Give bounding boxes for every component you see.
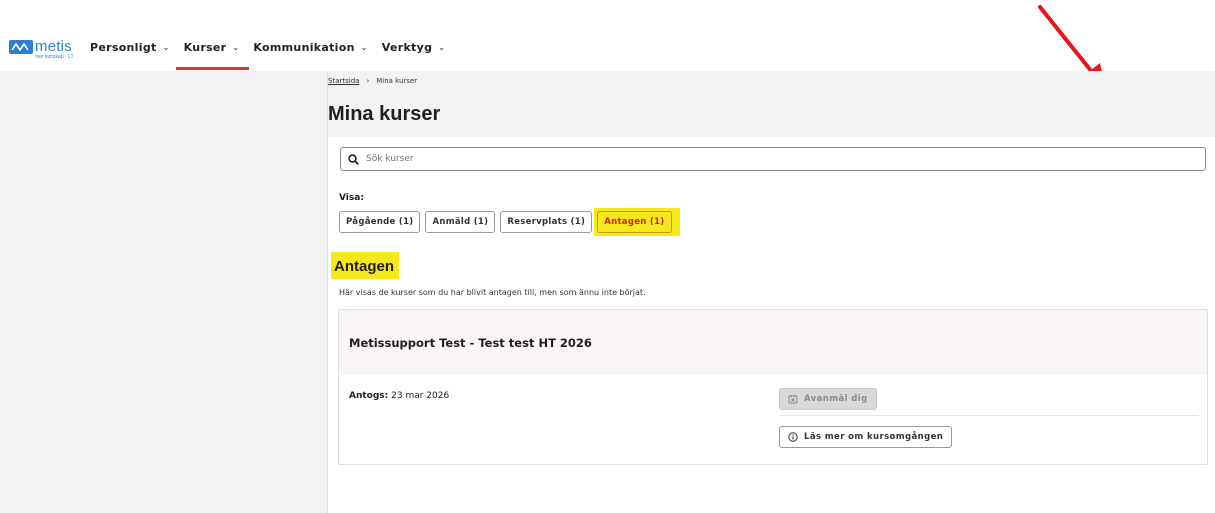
section-title: Antagen (331, 252, 399, 279)
filter-pagaende-button[interactable]: Pågående (1) (339, 211, 421, 233)
nav-item-label: Kommunikation (253, 41, 355, 54)
nav-item-verktyg[interactable]: Verktyg ⌄ (382, 41, 446, 71)
filter-anmald-button[interactable]: Anmäld (1) (425, 211, 496, 233)
nav-item-label: Personligt (90, 41, 157, 54)
breadcrumb-home-link[interactable]: Startsida (328, 77, 359, 85)
breadcrumb-current: Mina kurser (376, 77, 418, 85)
chevron-down-icon: ⌄ (232, 43, 240, 52)
left-sidebar (0, 71, 328, 513)
admission-date-value: 23 mar 2026 (391, 391, 450, 401)
course-card: Metissupport Test - Test test HT 2026 An… (338, 309, 1208, 465)
actions-divider (779, 415, 1199, 416)
nav-item-kurser[interactable]: Kurser ⌄ (175, 41, 250, 71)
unregister-button[interactable]: Avanmäl dig (779, 388, 877, 410)
chevron-down-icon: ⌄ (438, 43, 446, 52)
info-icon (788, 432, 798, 442)
main-nav: Personligt ⌄ Kurser ⌄ Kommunikation ⌄ Ve… (90, 41, 459, 71)
chevron-down-icon: ⌄ (360, 43, 368, 52)
nav-item-personligt[interactable]: Personligt ⌄ (90, 41, 170, 71)
metis-logo-icon (9, 40, 33, 54)
brand-name: metis (35, 38, 72, 55)
course-info-button-label: Läs mer om kursomgången (804, 432, 944, 442)
search-box[interactable] (340, 147, 1206, 171)
chevron-down-icon: ⌄ (162, 43, 170, 52)
nav-item-label: Verktyg (381, 41, 433, 54)
course-card-header: Metissupport Test - Test test HT 2026 (339, 310, 1207, 375)
breadcrumb-separator: › (366, 77, 370, 85)
filter-label: Visa: (339, 193, 364, 203)
courses-panel: Visa: Pågående (1) Anmäld (1) Reservplat… (328, 137, 1215, 513)
search-icon (348, 153, 364, 165)
course-actions: Avanmäl dig Läs mer om kursomgången (779, 388, 1199, 448)
main-content: Startsida › Mina kurser Mina kurser Visa: … (328, 71, 1215, 513)
filter-highlight: Antagen (1) (594, 208, 680, 236)
filter-group: Pågående (1) Anmäld (1) Reservplats (1) … (339, 208, 680, 236)
breadcrumb: Startsida › Mina kurser (328, 77, 417, 85)
section-description: Här visas de kurser som du har blivit an… (339, 288, 646, 297)
filter-reservplats-button[interactable]: Reservplats (1) (500, 211, 593, 233)
admission-date: Antogs: 23 mar 2026 (349, 391, 449, 401)
nav-item-kommunikation[interactable]: Kommunikation ⌄ (253, 41, 367, 71)
brand-tagline: mer kunskap · LT (35, 54, 74, 60)
admission-date-label: Antogs: (349, 391, 389, 401)
nav-item-label: Kurser (183, 41, 227, 54)
course-title[interactable]: Metissupport Test - Test test HT 2026 (349, 336, 592, 350)
search-input[interactable] (364, 153, 1205, 165)
unregister-button-label: Avanmäl dig (804, 394, 868, 404)
course-info-button[interactable]: Läs mer om kursomgången (779, 426, 953, 448)
calendar-remove-icon (788, 394, 798, 404)
page-title: Mina kurser (328, 103, 441, 125)
filter-antagen-button[interactable]: Antagen (1) (597, 211, 672, 233)
